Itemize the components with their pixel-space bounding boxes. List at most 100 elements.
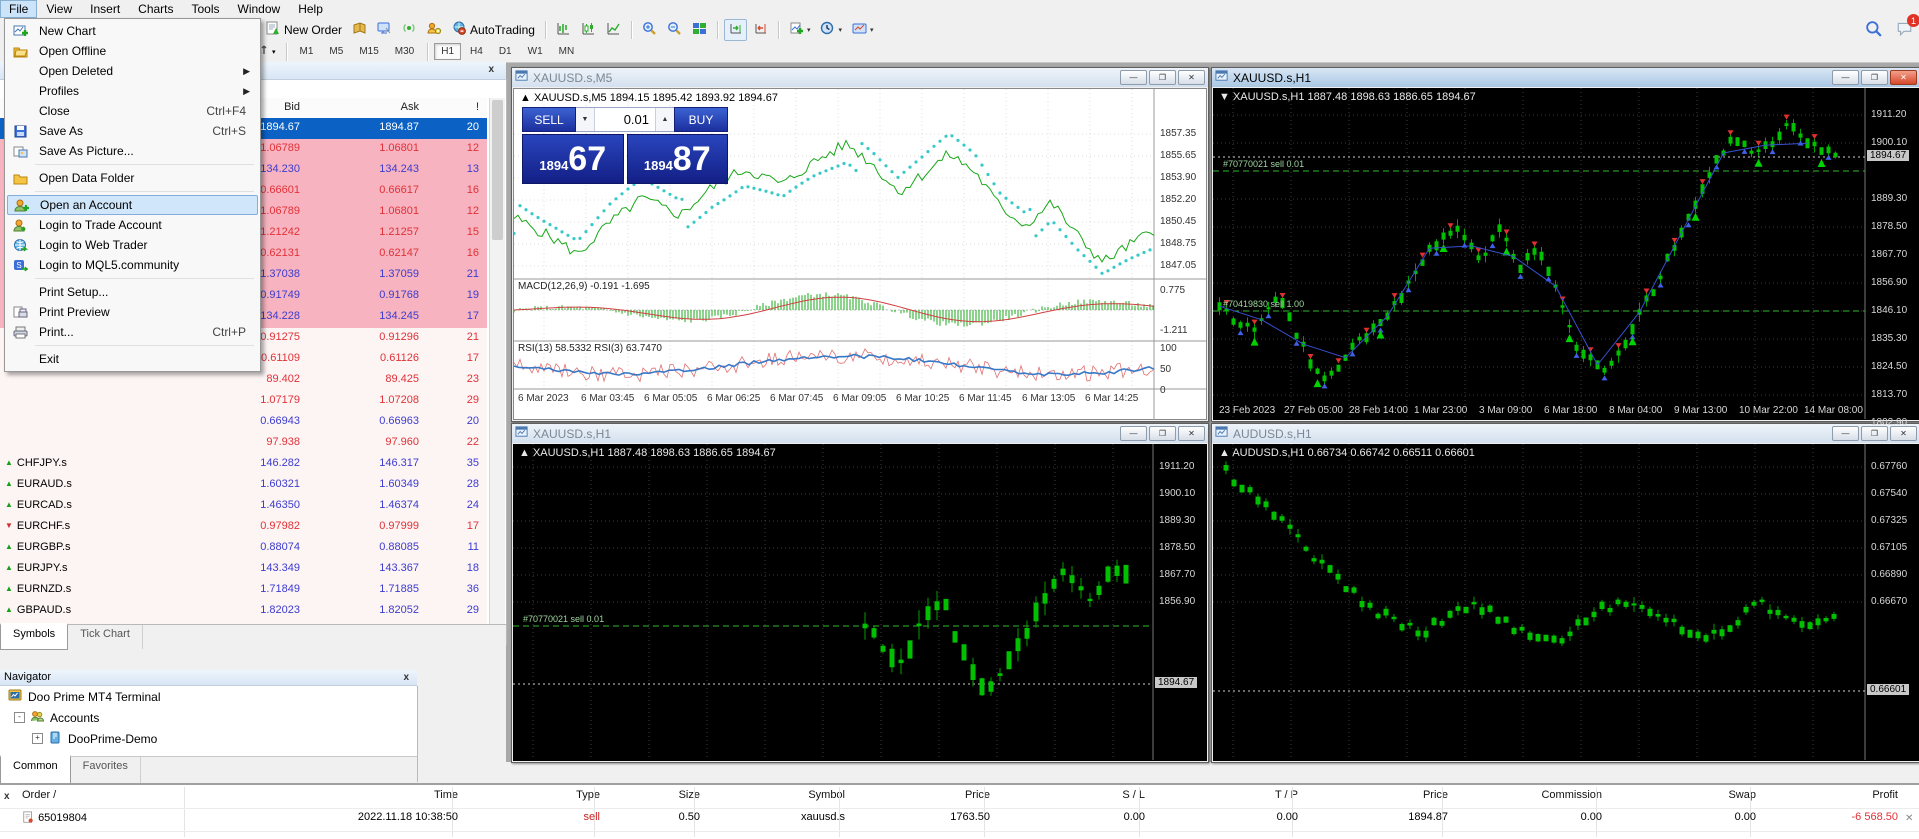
menu-insert[interactable]: Insert (81, 0, 129, 18)
expand-icon[interactable]: + (32, 733, 43, 744)
order-book-button[interactable] (348, 19, 371, 41)
buy-price-panel[interactable]: 189487 (627, 134, 729, 184)
market-watch-row[interactable]: 89.40289.42523 (0, 370, 487, 392)
menu-item-print-[interactable]: Print...Ctrl+P (7, 322, 258, 342)
close-button[interactable]: ✕ (1890, 70, 1917, 85)
terminal-column-symbol[interactable]: Symbol (700, 789, 845, 809)
navigator-close-icon[interactable]: x (403, 672, 409, 683)
menu-item-print-setup-[interactable]: Print Setup... (7, 282, 258, 302)
chart-client[interactable]: ▲ AUDUSD.s,H1 0.66734 0.66742 0.66511 0.… (1213, 444, 1919, 761)
sell-price-panel[interactable]: 189467 (522, 134, 624, 184)
close-button[interactable]: ✕ (1178, 70, 1205, 85)
minimize-button[interactable]: — (1832, 426, 1859, 441)
timeframe-m5[interactable]: M5 (322, 43, 350, 60)
menu-file[interactable]: File (0, 0, 37, 18)
line-chart-button[interactable] (602, 19, 625, 41)
terminal-column-commission[interactable]: Commission (1448, 789, 1602, 809)
market-watch-row[interactable]: 97.93897.96022 (0, 433, 487, 455)
window-titlebar[interactable]: XAUUSD.s,H1—❐✕ (1212, 68, 1919, 87)
menu-charts[interactable]: Charts (129, 0, 182, 18)
menu-item-print-preview[interactable]: Print Preview (7, 302, 258, 322)
close-position-icon[interactable]: ✕ (1905, 813, 1913, 824)
menu-item-close[interactable]: CloseCtrl+F4 (7, 101, 258, 121)
market-watch-close-icon[interactable]: x (488, 64, 494, 75)
restore-button[interactable]: ❐ (1149, 426, 1176, 441)
menu-item-open-offline[interactable]: Open Offline (7, 41, 258, 61)
market-watch-row[interactable]: ▲EURGBP.s0.880740.8808511 (0, 538, 487, 560)
market-watch-row[interactable]: ▲EURAUD.s1.603211.6034928 (0, 475, 487, 497)
navigator-root[interactable]: Doo Prime MT4 Terminal (0, 686, 417, 707)
window-titlebar[interactable]: AUDUSD.s,H1—❐✕ (1212, 424, 1919, 443)
menu-item-open-deleted[interactable]: Open Deleted▶ (7, 61, 258, 81)
terminal-column-price[interactable]: Price (845, 789, 990, 809)
market-watch-row[interactable]: ▲EURNZD.s1.718491.7188536 (0, 580, 487, 602)
news-button[interactable] (398, 19, 421, 41)
new-order-button[interactable]: New Order (262, 19, 346, 41)
terminal-column-sl[interactable]: S / L (990, 789, 1145, 809)
timeframe-m15[interactable]: M15 (352, 43, 385, 60)
chart-client[interactable]: ▲ XAUUSD.s,H1 1887.48 1898.63 1886.65 18… (513, 444, 1207, 761)
timeframe-m30[interactable]: M30 (388, 43, 421, 60)
terminal-close-icon[interactable]: x (4, 791, 10, 802)
tab-tick-chart[interactable]: Tick Chart (68, 625, 143, 649)
collapse-icon[interactable]: - (14, 712, 25, 723)
terminal-column-price2[interactable]: Price (1298, 789, 1448, 809)
market-watch-row[interactable]: 0.669430.6696320 (0, 412, 487, 434)
market-watch-row[interactable]: ▼EURCHF.s0.979820.9799917 (0, 517, 487, 539)
tab-symbols[interactable]: Symbols (0, 623, 68, 650)
market-watch-row[interactable]: 1.071791.0720829 (0, 391, 487, 413)
menu-view[interactable]: View (37, 0, 81, 18)
market-watch-scrollbar[interactable] (489, 98, 505, 638)
terminal-column-time[interactable]: Time (190, 789, 458, 809)
restore-button[interactable]: ❐ (1861, 70, 1888, 85)
menu-tools[interactable]: Tools (183, 0, 229, 18)
menu-item-save-as-picture-[interactable]: Save As Picture... (7, 141, 258, 161)
periods-button[interactable]: ▾ (816, 19, 846, 41)
menu-item-login-to-web-trader[interactable]: Login to Web Trader (7, 235, 258, 255)
indicators-button[interactable]: ▾ (785, 19, 815, 41)
volume-input[interactable]: 0.01 (595, 108, 655, 131)
menu-item-exit[interactable]: Exit (7, 349, 258, 369)
minimize-button[interactable]: — (1120, 426, 1147, 441)
chart-client[interactable]: ▲ XAUUSD.s,M5 1894.15 1895.42 1893.92 18… (513, 88, 1207, 420)
tab-common[interactable]: Common (0, 755, 71, 786)
menu-item-save-as[interactable]: Save AsCtrl+S (7, 121, 258, 141)
menu-item-open-data-folder[interactable]: Open Data Folder (7, 168, 258, 188)
navigator-node[interactable]: -Accounts (0, 707, 417, 728)
window-titlebar[interactable]: XAUUSD.s,H1—❐✕ (512, 424, 1208, 443)
chat-button[interactable]: 1 (1896, 20, 1913, 40)
minimize-button[interactable]: — (1832, 70, 1859, 85)
terminal-column-order[interactable]: Order / (22, 789, 56, 809)
candlestick-button[interactable] (577, 19, 600, 41)
terminal-column-type[interactable]: Type (458, 789, 600, 809)
menu-item-profiles[interactable]: Profiles▶ (7, 81, 258, 101)
market-watch-row[interactable]: ▲EURCAD.s1.463501.4637424 (0, 496, 487, 518)
scrollbar-thumb[interactable] (492, 100, 503, 240)
menu-item-new-chart[interactable]: New Chart (7, 21, 258, 41)
bar-chart-button[interactable] (552, 19, 575, 41)
timeframe-mn[interactable]: MN (552, 43, 582, 60)
terminal-toggle-button[interactable] (373, 19, 396, 41)
window-titlebar[interactable]: XAUUSD.s,M5—❐✕ (512, 68, 1208, 87)
auto-scroll-button[interactable] (724, 19, 747, 41)
close-button[interactable]: ✕ (1178, 426, 1205, 441)
menu-window[interactable]: Window (229, 0, 290, 18)
zoom-out-button[interactable] (663, 19, 686, 41)
timeframe-w1[interactable]: W1 (521, 43, 550, 60)
chart-client[interactable]: ▼ XAUUSD.s,H1 1887.48 1898.63 1886.65 18… (1213, 88, 1919, 420)
close-button[interactable]: ✕ (1890, 426, 1917, 441)
chart-shift-button[interactable] (749, 19, 772, 41)
restore-button[interactable]: ❐ (1149, 70, 1176, 85)
sell-button[interactable]: SELL (522, 107, 576, 132)
search-icon[interactable] (1865, 20, 1882, 40)
timeframe-d1[interactable]: D1 (492, 43, 519, 60)
terminal-column-size[interactable]: Size (600, 789, 700, 809)
menu-item-login-to-mql5-community[interactable]: SLogin to MQL5.community (7, 255, 258, 275)
timeframe-h4[interactable]: H4 (463, 43, 490, 60)
options-button[interactable] (423, 19, 446, 41)
market-watch-row[interactable]: ▲EURJPY.s143.349143.36718 (0, 559, 487, 581)
market-watch-row[interactable]: ▲CHFJPY.s146.282146.31735 (0, 454, 487, 476)
menu-item-login-to-trade-account[interactable]: Login to Trade Account (7, 215, 258, 235)
tab-favorites[interactable]: Favorites (71, 757, 141, 785)
volume-up-icon[interactable]: ▲ (655, 108, 674, 131)
